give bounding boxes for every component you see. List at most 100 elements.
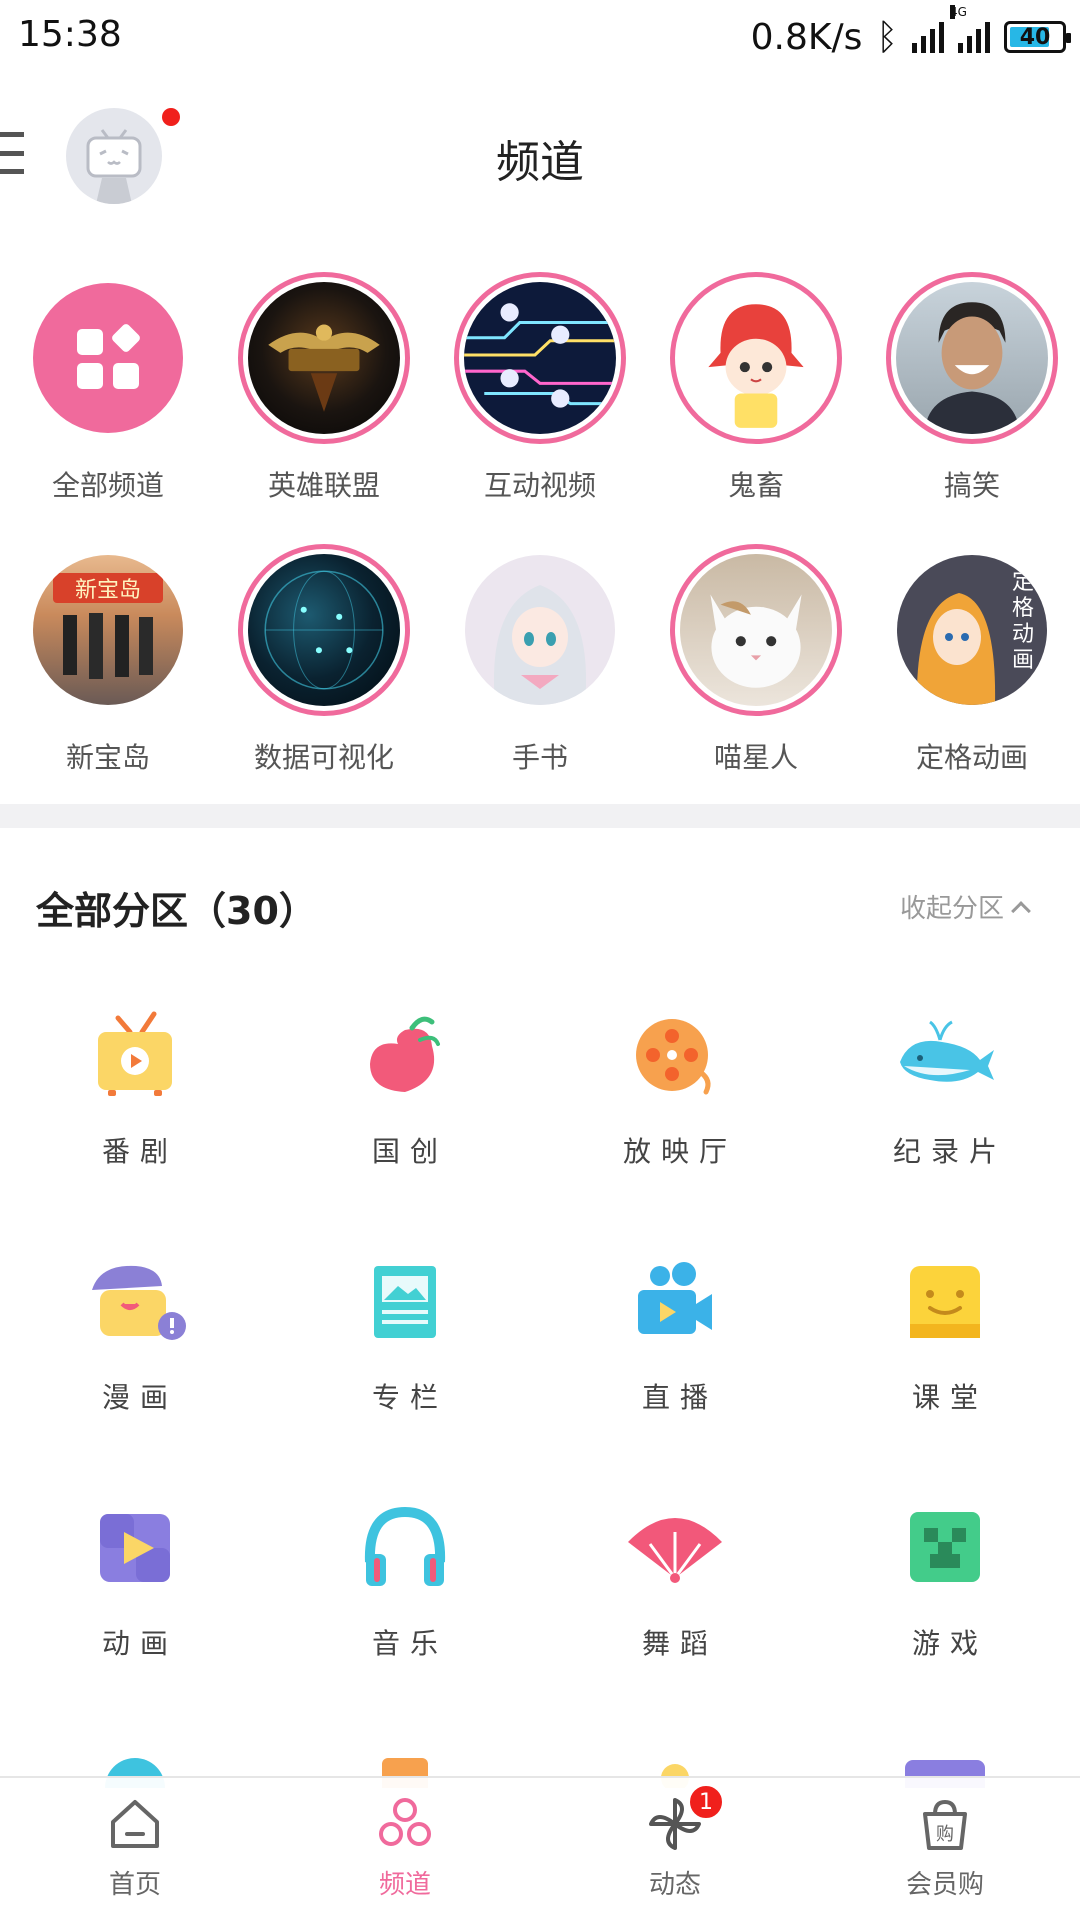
sections-title: 全部分区（30） — [36, 889, 317, 933]
section-label: 国创 — [371, 1135, 448, 1168]
stage-dancers-icon: 新宝岛 — [53, 573, 163, 679]
nav-channel[interactable]: 频道 — [270, 1778, 540, 1920]
status-time: 15:38 — [18, 14, 122, 55]
section-item[interactable]: 课堂 — [810, 1246, 1080, 1492]
section-item[interactable]: 专栏 — [270, 1246, 540, 1492]
signal-tag: 4G — [950, 5, 967, 19]
status-bar: 15:38 0.8K/s ᛒ 4G 40 — [0, 0, 1080, 76]
section-item[interactable]: 直播 — [540, 1246, 810, 1492]
sections-header: 全部分区（30） 收起分区 — [0, 870, 1080, 940]
channel-tegaki[interactable]: 手书 — [432, 544, 648, 776]
section-item[interactable]: 舞蹈 — [540, 1492, 810, 1738]
section-item[interactable]: 动画 — [0, 1492, 270, 1738]
channel-interactive-video[interactable]: 互动视频 — [432, 272, 648, 504]
channel-all[interactable]: 全部频道 — [0, 272, 216, 504]
section-divider — [0, 804, 1080, 828]
section-label: 音乐 — [371, 1627, 448, 1660]
svg-text:购: 购 — [936, 1824, 954, 1845]
section-item[interactable]: 国创 — [270, 1000, 540, 1246]
channel-label: 互动视频 — [483, 469, 596, 502]
globe-network-icon — [264, 570, 384, 690]
channel-label: 搞笑 — [943, 469, 1000, 502]
channel-kichiku[interactable]: 鬼畜 — [648, 272, 864, 504]
notification-badge: 1 — [688, 1784, 724, 1820]
section-item[interactable]: 音乐 — [270, 1492, 540, 1738]
svg-text:定: 定 — [1012, 570, 1034, 595]
classroom-icon — [910, 1266, 980, 1338]
section-label: 课堂 — [911, 1381, 988, 1414]
collapse-label: 收起分区 — [899, 894, 1004, 924]
cat-face-icon — [710, 594, 802, 688]
branch-path-icon — [464, 303, 616, 408]
header: 频道 — [0, 76, 1080, 236]
channel-funny[interactable]: 搞笑 — [864, 272, 1080, 504]
nav-vip-shop[interactable]: 购 会员购 — [810, 1778, 1080, 1920]
section-label: 动画 — [101, 1627, 178, 1660]
channel-cats[interactable]: 喵星人 — [648, 544, 864, 776]
creeper-icon — [910, 1512, 980, 1582]
camera-icon — [638, 1262, 712, 1334]
section-label: 漫画 — [101, 1381, 178, 1414]
shopping-bag-icon: 购 — [923, 1799, 967, 1850]
channel-label: 数据可视化 — [253, 741, 394, 774]
chevron-up-icon — [1011, 900, 1031, 921]
battery-icon: 40 — [1004, 21, 1071, 53]
section-label: 番剧 — [101, 1135, 178, 1168]
section-item[interactable]: 纪录片 — [810, 1000, 1080, 1246]
channel-label: 英雄联盟 — [267, 469, 380, 502]
anime-girl-icon — [708, 304, 804, 428]
signal-1-icon — [912, 21, 944, 53]
channel-label: 鬼畜 — [727, 469, 784, 502]
svg-text:动: 动 — [1012, 622, 1034, 647]
channel-data-visualization[interactable]: 数据可视化 — [216, 544, 432, 776]
nav-home[interactable]: 首页 — [0, 1778, 270, 1920]
section-label: 放映厅 — [622, 1135, 737, 1168]
section-item[interactable]: 放映厅 — [540, 1000, 810, 1246]
film-reel-icon — [636, 1019, 711, 1095]
section-item[interactable]: 漫画 — [0, 1246, 270, 1492]
channel-label: 全部频道 — [51, 469, 164, 502]
peach-icon — [370, 1016, 440, 1092]
fan-icon — [628, 1518, 722, 1583]
channel-label: 手书 — [511, 741, 568, 774]
section-label: 纪录片 — [892, 1135, 1007, 1168]
nav-label: 频道 — [378, 1870, 431, 1900]
bottom-nav: 首页 频道 1 动态 购 会员购 — [0, 1776, 1080, 1920]
svg-text:新宝岛: 新宝岛 — [75, 578, 141, 603]
channel-stop-motion[interactable]: 定格动画 定格动画 — [864, 544, 1080, 776]
section-grid: 番剧 国创 放映厅 纪录片 漫画 专栏 直播 课堂 动画 音乐 舞蹈 游戏 — [0, 1000, 1080, 1738]
section-label: 直播 — [641, 1381, 718, 1414]
section-label: 专栏 — [371, 1381, 448, 1414]
home-icon — [111, 1800, 159, 1848]
section-item[interactable]: 番剧 — [0, 1000, 270, 1246]
channel-label: 喵星人 — [713, 741, 798, 774]
battery-level: 40 — [1019, 24, 1051, 50]
status-indicators: 0.8K/s ᛒ 4G 40 — [751, 5, 1071, 62]
doll-figure-icon: 定格动画 — [916, 570, 1034, 705]
anime-silver-hair-icon — [493, 585, 587, 705]
laughing-man-icon — [924, 302, 1020, 434]
section-label: 舞蹈 — [641, 1627, 718, 1660]
nav-label: 首页 — [108, 1870, 161, 1900]
section-item[interactable]: 游戏 — [810, 1492, 1080, 1738]
nav-dynamics[interactable]: 1 动态 — [540, 1778, 810, 1920]
bluetooth-icon: ᛒ — [876, 16, 898, 58]
article-icon — [374, 1266, 436, 1338]
grid-diamond-icon — [77, 324, 140, 389]
signal-2-icon: 4G — [950, 5, 990, 53]
painter-icon — [92, 1265, 186, 1340]
channel-label: 定格动画 — [915, 741, 1028, 774]
whale-icon — [900, 1020, 994, 1082]
lol-logo-icon — [268, 324, 380, 412]
collapse-sections-button[interactable]: 收起分区 — [899, 888, 1031, 925]
headphones-icon — [364, 1506, 446, 1586]
notification-dot — [162, 108, 180, 126]
channel-lol[interactable]: 英雄联盟 — [216, 272, 432, 504]
channel-icon — [379, 1798, 431, 1846]
section-label: 游戏 — [911, 1627, 988, 1660]
channel-new-treasure-island[interactable]: 新宝岛 新宝岛 — [0, 544, 216, 776]
channel-grid: 全部频道 英雄联盟 互动视频 鬼畜 搞笑 新宝岛 新宝岛 数据可视化 手书 喵星… — [0, 272, 1080, 776]
svg-text:格: 格 — [1012, 596, 1034, 621]
channel-label: 新宝岛 — [65, 741, 150, 774]
tv-icon — [98, 1011, 172, 1096]
